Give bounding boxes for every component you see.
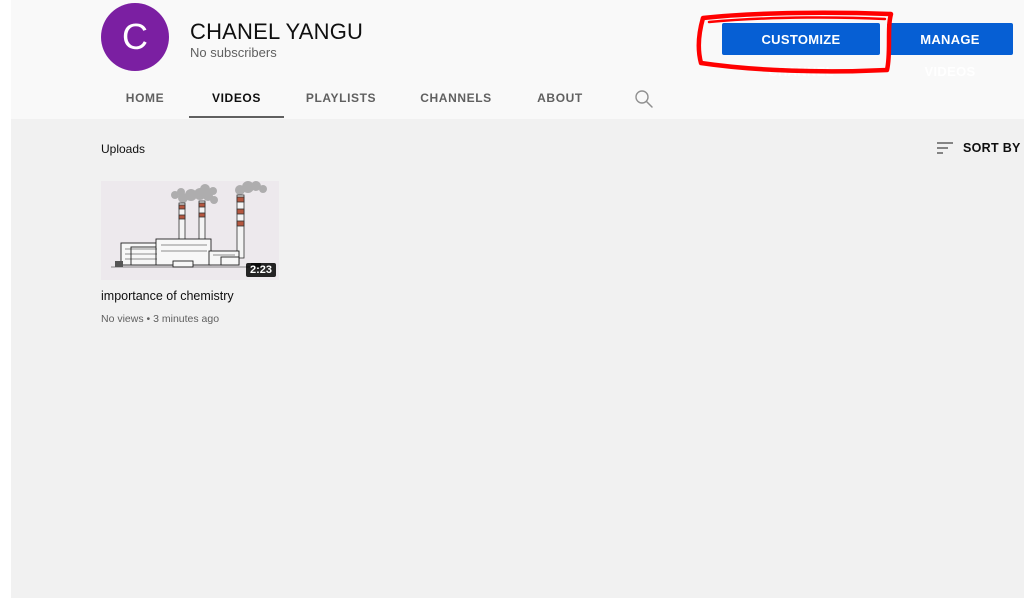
uploads-heading: Uploads [101,142,146,156]
sort-by-label: SORT BY [963,141,1021,155]
channel-avatar[interactable]: C [101,3,169,71]
manage-videos-button[interactable]: MANAGE VIDEOS [887,23,1013,79]
subscriber-count: No subscribers [190,45,277,60]
video-title[interactable]: importance of chemistry [101,289,234,303]
customize-channel-button[interactable]: CUSTOMIZE CHANNEL [722,23,880,79]
video-duration: 2:23 [245,263,276,277]
channel-name: CHANEL YANGU [190,19,364,44]
video-thumbnail[interactable]: 2:23 [101,181,279,280]
search-icon[interactable] [634,89,654,109]
video-meta: No views • 3 minutes ago [101,313,220,325]
sort-icon [937,142,953,154]
tab-playlists[interactable]: PLAYLISTS [298,80,384,117]
tab-channels[interactable]: CHANNELS [412,80,500,117]
tab-home[interactable]: HOME [113,80,177,117]
tab-about[interactable]: ABOUT [528,80,592,117]
tab-videos[interactable]: VIDEOS [189,80,284,118]
